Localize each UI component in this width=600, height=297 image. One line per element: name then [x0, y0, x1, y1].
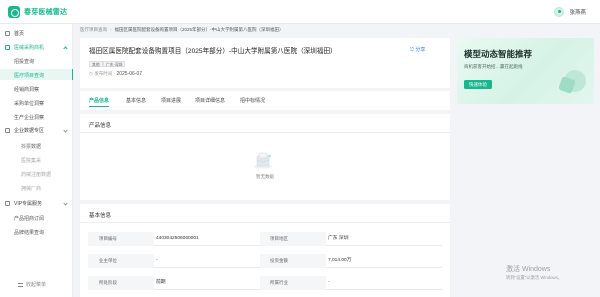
table-cell-value: 前期: [156, 280, 166, 285]
project-header-card: 福田区属医院配套设备购置项目（2025年部分）-中山大学附属第八医院（深圳福田）…: [80, 38, 450, 88]
tab-project-progress[interactable]: 项目进展: [161, 97, 181, 104]
sidebar-item-product-subscription[interactable]: 产品招商订阅: [0, 212, 73, 223]
sidebar-item-label: 医械采购商机: [14, 45, 45, 51]
sidebar-item-brand-results[interactable]: 品牌结果查询: [0, 226, 73, 237]
sidebar-item-procurement[interactable]: 医械采购商机: [0, 42, 73, 53]
table-row: 项目编号 4403042506060001 项目地区 广东 深圳: [88, 232, 442, 246]
building-icon: [5, 128, 10, 133]
sidebar-item-label: 药械注册数据: [21, 172, 52, 178]
promo-subtitle: 商机获客开始招…赢在起跑线: [464, 64, 523, 69]
section-title: 产品信息: [89, 123, 112, 129]
sidebar-item-label: 招投查询: [14, 59, 35, 65]
table-cell-value: -: [156, 258, 158, 263]
sidebar-item-vip[interactable]: VIP专属服务: [0, 198, 73, 209]
user-name: 张燕燕: [569, 10, 586, 16]
vip-icon: [5, 201, 10, 206]
logo-icon: [8, 6, 20, 18]
table-cell-label: 项目地区: [260, 232, 326, 246]
share-button[interactable]: ⎋ 分享: [410, 46, 425, 53]
sidebar-item-tender-data[interactable]: 抖票数据: [0, 140, 73, 151]
table-cell-label: 所处阶段: [88, 276, 154, 290]
sidebar-item-registration-data[interactable]: 药械注册数据: [0, 168, 73, 179]
product-info-section: 产品信息 暂无数据: [80, 114, 450, 200]
top-bar: 春芽医械雷达 张燕燕: [0, 0, 600, 24]
share-label: 分享: [415, 47, 426, 53]
chevron-up-icon: [63, 46, 68, 51]
project-tag: 其他: [89, 61, 103, 67]
sidebar-item-label: 医疗项目查询: [14, 73, 45, 79]
breadcrumb-item[interactable]: 医疗项目查询: [80, 27, 107, 32]
collapse-menu-button[interactable]: 收起菜单: [18, 281, 46, 288]
table-row: 所处阶段 前期 所属行业 -: [88, 276, 442, 290]
share-icon: ⎋: [410, 47, 414, 53]
promo-title: 模型动态智能推荐: [464, 49, 533, 59]
chevron-down-icon: [63, 128, 68, 133]
page-title: 福田区属医院配套设备购置项目（2025年部分）-中山大学附属第八医院（深圳福田）: [89, 48, 337, 55]
tab-project-details[interactable]: 项目详细信息: [195, 97, 225, 104]
publish-date: ◷ 发布时间 2025-06-07: [89, 71, 142, 77]
breadcrumb: 医疗项目查询 › 福田区属医院配套设备购置项目（2025年部分）-中山大学附属第八医…: [80, 27, 284, 33]
detail-tabs: 产品信息 基本信息 项目进展 项目详细信息 招中标情况: [80, 91, 450, 110]
sidebar-item-device-makers[interactable]: 拥械厂商: [0, 182, 73, 193]
chevron-down-icon: [63, 201, 68, 206]
sidebar-item-label: 抖票数据: [21, 144, 42, 150]
sidebar-item-label: 经销商洞察: [14, 87, 40, 93]
publish-date-value: 2025-06-07: [116, 71, 143, 77]
sidebar-item-label: 企业数据专区: [14, 128, 45, 134]
sidebar-item-label: VIP专属服务: [14, 201, 43, 207]
user-menu[interactable]: 张燕燕: [554, 7, 586, 17]
windows-activation-watermark: 激活 Windows 转到"设置"以激活 Windows。: [506, 264, 562, 281]
empty-state-text: 暂无数据: [256, 174, 274, 179]
tab-bid-results[interactable]: 招中标情况: [240, 97, 265, 104]
tab-product-info[interactable]: 产品信息: [89, 97, 110, 108]
sidebar-item-label: 品牌结果查询: [14, 230, 45, 236]
logo[interactable]: 春芽医械雷达: [8, 6, 67, 18]
divider: [80, 222, 450, 223]
promo-try-button[interactable]: 快速体验: [464, 80, 492, 89]
logo-text: 春芽医械雷达: [24, 9, 68, 16]
table-cell-label: 项目编号: [88, 232, 154, 246]
section-title: 基本信息: [89, 213, 112, 219]
sidebar-item-label: 生产企业洞察: [14, 115, 45, 121]
table-cell-value: -: [328, 280, 330, 285]
divider: [80, 132, 450, 133]
table-cell-label: 投资金额: [260, 254, 326, 268]
empty-box-icon: [254, 152, 272, 169]
sidebar-item-label: 医院集采: [21, 158, 42, 164]
table-row: 业主单位 - 投资金额 7,014.00万: [88, 254, 442, 268]
sidebar-item-distributor[interactable]: 经销商洞察: [0, 83, 73, 94]
project-tag: 广东·深圳: [103, 61, 126, 67]
sidebar: 首页 医械采购商机 招投查询 医疗项目查询 经销商洞察 采购单位洞察 生产企业洞…: [0, 24, 73, 297]
sidebar-item-enterprise-data[interactable]: 企业数据专区: [0, 125, 73, 136]
chart-icon: [5, 45, 10, 50]
calendar-icon: ◷: [89, 71, 93, 76]
sidebar-item-label: 首页: [14, 31, 25, 37]
sidebar-item-label: 拥械厂商: [21, 186, 42, 192]
table-cell-value: 广东 深圳: [328, 236, 349, 241]
table-cell-value: 7,014.00万: [328, 258, 352, 263]
sidebar-item-bid-search[interactable]: 招投查询: [0, 55, 73, 66]
recommendation-promo-card[interactable]: 模型动态智能推荐 商机获客开始招…赢在起跑线 快速体验: [457, 38, 594, 104]
home-icon: [5, 31, 10, 36]
sidebar-item-project-search[interactable]: 医疗项目查询: [0, 69, 73, 80]
sidebar-item-manufacturer[interactable]: 生产企业洞察: [0, 111, 73, 122]
watermark-line: 转到"设置"以激活 Windows。: [506, 275, 563, 280]
table-cell-value: 4403042506060001: [156, 236, 199, 241]
menu-fold-icon: [18, 282, 23, 287]
table-cell-label: 业主单位: [88, 254, 154, 268]
basic-info-section: 基本信息 项目编号 4403042506060001 项目地区 广东 深圳 业主…: [80, 204, 450, 297]
user-avatar: [554, 7, 565, 17]
collapse-menu-label: 收起菜单: [26, 282, 47, 288]
tab-basic-info[interactable]: 基本信息: [126, 97, 146, 104]
breadcrumb-separator: ›: [110, 27, 112, 32]
sidebar-item-label: 产品招商订阅: [14, 216, 45, 222]
sidebar-item-buyer[interactable]: 采购单位洞察: [0, 97, 73, 108]
publish-date-label: 发布时间: [94, 71, 113, 76]
table-cell-label: 所属行业: [260, 276, 326, 290]
sidebar-item-hospital-procurement[interactable]: 医院集采: [0, 154, 73, 165]
breadcrumb-current: 福田区属医院配套设备购置项目（2025年部分）-中山大学附属第八医院（深圳福田）: [114, 27, 284, 32]
sidebar-item-label: 采购单位洞察: [14, 101, 45, 107]
sidebar-item-home[interactable]: 首页: [0, 28, 73, 39]
watermark-line: 激活 Windows: [506, 266, 551, 273]
